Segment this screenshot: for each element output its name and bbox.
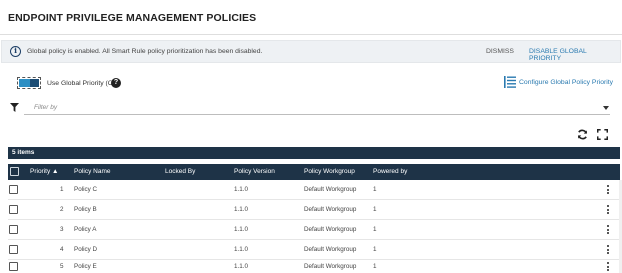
select-all-checkbox[interactable] bbox=[10, 167, 19, 176]
cell-policy-workgroup: Default Workgroup bbox=[304, 226, 357, 233]
cell-policy-workgroup: Default Workgroup bbox=[304, 186, 357, 193]
question-circle-icon[interactable]: ? bbox=[111, 78, 121, 88]
cell-priority: 4 bbox=[60, 246, 64, 253]
cell-priority: 5 bbox=[60, 263, 64, 270]
table-row[interactable]: 4 Policy D 1.1.0 Default Workgroup 1 bbox=[8, 240, 620, 260]
dismiss-button[interactable]: DISMISS bbox=[486, 48, 514, 55]
toggle-track bbox=[19, 79, 39, 87]
funnel-icon bbox=[10, 103, 19, 112]
cell-policy-version: 1.1.0 bbox=[234, 186, 249, 193]
cell-priority: 3 bbox=[60, 226, 64, 233]
row-menu-icon[interactable] bbox=[607, 245, 610, 255]
row-checkbox[interactable] bbox=[9, 225, 18, 234]
toggle-knob bbox=[30, 79, 39, 87]
cell-powered-by: 1 bbox=[373, 206, 377, 213]
info-circle-icon: i bbox=[10, 46, 21, 57]
column-policy-workgroup[interactable]: Policy Workgroup bbox=[304, 168, 355, 175]
row-checkbox[interactable] bbox=[9, 262, 18, 271]
column-priority-label: Priority bbox=[30, 168, 51, 175]
priority-list-icon[interactable] bbox=[504, 76, 516, 88]
cell-policy-name: Policy C bbox=[74, 186, 98, 193]
cell-policy-name: Policy D bbox=[74, 246, 98, 253]
column-policy-name[interactable]: Policy Name bbox=[74, 168, 110, 175]
column-powered-by[interactable]: Powered by bbox=[373, 168, 407, 175]
cell-policy-version: 1.1.0 bbox=[234, 206, 249, 213]
cell-priority: 1 bbox=[60, 186, 64, 193]
header-divider bbox=[0, 34, 622, 35]
cell-policy-version: 1.1.0 bbox=[234, 263, 249, 270]
filter-input[interactable] bbox=[24, 101, 610, 115]
cell-powered-by: 1 bbox=[373, 226, 377, 233]
row-menu-icon[interactable] bbox=[607, 225, 610, 235]
row-checkbox[interactable] bbox=[9, 205, 18, 214]
row-checkbox[interactable] bbox=[9, 185, 18, 194]
chevron-down-icon[interactable] bbox=[603, 106, 609, 110]
sort-ascending-icon: ▲ bbox=[52, 168, 59, 175]
cell-policy-name: Policy E bbox=[74, 263, 97, 270]
item-count: 5 items bbox=[12, 149, 35, 156]
item-count-bar: 5 items bbox=[8, 147, 620, 159]
column-policy-version[interactable]: Policy Version bbox=[234, 168, 275, 175]
table-row[interactable]: 2 Policy B 1.1.0 Default Workgroup 1 bbox=[8, 200, 620, 220]
fullscreen-icon[interactable] bbox=[597, 129, 608, 140]
cell-policy-workgroup: Default Workgroup bbox=[304, 206, 357, 213]
page-title: ENDPOINT PRIVILEGE MANAGEMENT POLICIES bbox=[8, 12, 257, 24]
table-header: Priority ▲ Policy Name Locked By Policy … bbox=[8, 164, 620, 180]
cell-policy-version: 1.1.0 bbox=[234, 246, 249, 253]
row-checkbox[interactable] bbox=[9, 245, 18, 254]
configure-global-policy-priority-link[interactable]: Configure Global Policy Priority bbox=[519, 79, 613, 86]
cell-powered-by: 1 bbox=[373, 186, 377, 193]
table-row[interactable]: 3 Policy A 1.1.0 Default Workgroup 1 bbox=[8, 220, 620, 240]
row-menu-icon[interactable] bbox=[607, 185, 610, 195]
cell-policy-name: Policy A bbox=[74, 226, 97, 233]
banner-message: Global policy is enabled. All Smart Rule… bbox=[27, 48, 263, 55]
column-locked-by[interactable]: Locked By bbox=[165, 168, 195, 175]
cell-powered-by: 1 bbox=[373, 263, 377, 270]
cell-powered-by: 1 bbox=[373, 246, 377, 253]
disable-global-priority-button[interactable]: DISABLE GLOBAL PRIORITY bbox=[529, 48, 620, 62]
cell-policy-name: Policy B bbox=[74, 206, 97, 213]
cell-priority: 2 bbox=[60, 206, 64, 213]
global-policy-banner: i Global policy is enabled. All Smart Ru… bbox=[1, 40, 621, 63]
global-priority-toggle[interactable] bbox=[17, 77, 41, 89]
cell-policy-version: 1.1.0 bbox=[234, 226, 249, 233]
table-row[interactable]: 5 Policy E 1.1.0 Default Workgroup 1 bbox=[8, 259, 620, 273]
refresh-icon[interactable] bbox=[577, 129, 588, 140]
row-menu-icon[interactable] bbox=[607, 205, 610, 215]
global-priority-label: Use Global Priority (On) bbox=[47, 80, 120, 87]
column-priority[interactable]: Priority ▲ bbox=[30, 168, 58, 175]
cell-policy-workgroup: Default Workgroup bbox=[304, 263, 357, 270]
cell-policy-workgroup: Default Workgroup bbox=[304, 246, 357, 253]
row-menu-icon[interactable] bbox=[607, 262, 610, 272]
table-row[interactable]: 1 Policy C 1.1.0 Default Workgroup 1 bbox=[8, 180, 620, 200]
